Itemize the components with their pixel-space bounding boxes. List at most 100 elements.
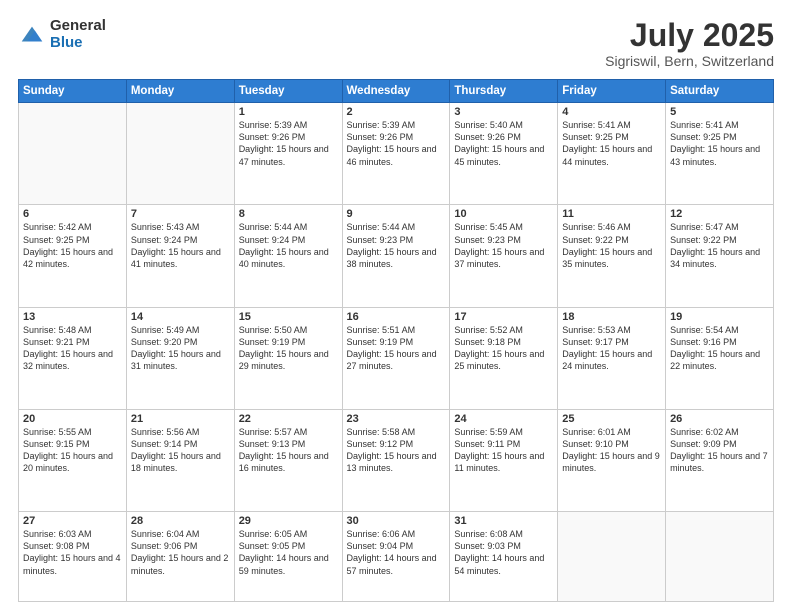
day-number: 2 (347, 106, 446, 118)
day-number: 24 (454, 413, 553, 425)
day-number: 29 (239, 515, 338, 527)
day-number: 23 (347, 413, 446, 425)
day-number: 11 (562, 208, 661, 220)
cell-info: Sunrise: 5:54 AMSunset: 9:16 PMDaylight:… (670, 324, 769, 373)
day-number: 5 (670, 106, 769, 118)
calendar-cell: 25Sunrise: 6:01 AMSunset: 9:10 PMDayligh… (558, 409, 666, 511)
calendar-table: SundayMondayTuesdayWednesdayThursdayFrid… (18, 79, 774, 602)
cell-info: Sunrise: 5:53 AMSunset: 9:17 PMDaylight:… (562, 324, 661, 373)
calendar-cell: 22Sunrise: 5:57 AMSunset: 9:13 PMDayligh… (234, 409, 342, 511)
week-row-3: 13Sunrise: 5:48 AMSunset: 9:21 PMDayligh… (19, 307, 774, 409)
logo: General Blue (18, 18, 106, 51)
cell-info: Sunrise: 5:48 AMSunset: 9:21 PMDaylight:… (23, 324, 122, 373)
day-number: 7 (131, 208, 230, 220)
calendar-cell: 18Sunrise: 5:53 AMSunset: 9:17 PMDayligh… (558, 307, 666, 409)
cell-info: Sunrise: 6:05 AMSunset: 9:05 PMDaylight:… (239, 528, 338, 577)
cell-info: Sunrise: 5:41 AMSunset: 9:25 PMDaylight:… (562, 119, 661, 168)
calendar-cell: 6Sunrise: 5:42 AMSunset: 9:25 PMDaylight… (19, 205, 127, 307)
cell-info: Sunrise: 5:59 AMSunset: 9:11 PMDaylight:… (454, 426, 553, 475)
cell-info: Sunrise: 5:41 AMSunset: 9:25 PMDaylight:… (670, 119, 769, 168)
cell-info: Sunrise: 5:39 AMSunset: 9:26 PMDaylight:… (347, 119, 446, 168)
calendar-cell: 8Sunrise: 5:44 AMSunset: 9:24 PMDaylight… (234, 205, 342, 307)
header: General Blue July 2025 Sigriswil, Bern, … (18, 18, 774, 69)
logo-blue: Blue (50, 35, 106, 52)
logo-text: General Blue (50, 18, 106, 51)
calendar-cell: 11Sunrise: 5:46 AMSunset: 9:22 PMDayligh… (558, 205, 666, 307)
calendar-cell: 7Sunrise: 5:43 AMSunset: 9:24 PMDaylight… (126, 205, 234, 307)
col-header-sunday: Sunday (19, 80, 127, 103)
day-number: 3 (454, 106, 553, 118)
cell-info: Sunrise: 5:44 AMSunset: 9:23 PMDaylight:… (347, 221, 446, 270)
day-number: 25 (562, 413, 661, 425)
title-area: July 2025 Sigriswil, Bern, Switzerland (605, 18, 774, 69)
cell-info: Sunrise: 5:46 AMSunset: 9:22 PMDaylight:… (562, 221, 661, 270)
day-number: 31 (454, 515, 553, 527)
calendar-cell: 10Sunrise: 5:45 AMSunset: 9:23 PMDayligh… (450, 205, 558, 307)
day-number: 8 (239, 208, 338, 220)
calendar-cell (126, 103, 234, 205)
calendar-cell: 17Sunrise: 5:52 AMSunset: 9:18 PMDayligh… (450, 307, 558, 409)
day-number: 6 (23, 208, 122, 220)
day-number: 9 (347, 208, 446, 220)
day-number: 14 (131, 311, 230, 323)
day-number: 30 (347, 515, 446, 527)
cell-info: Sunrise: 5:51 AMSunset: 9:19 PMDaylight:… (347, 324, 446, 373)
calendar-cell: 20Sunrise: 5:55 AMSunset: 9:15 PMDayligh… (19, 409, 127, 511)
cell-info: Sunrise: 5:45 AMSunset: 9:23 PMDaylight:… (454, 221, 553, 270)
day-number: 26 (670, 413, 769, 425)
calendar-cell: 14Sunrise: 5:49 AMSunset: 9:20 PMDayligh… (126, 307, 234, 409)
day-number: 28 (131, 515, 230, 527)
day-number: 1 (239, 106, 338, 118)
cell-info: Sunrise: 5:44 AMSunset: 9:24 PMDaylight:… (239, 221, 338, 270)
day-number: 15 (239, 311, 338, 323)
week-row-4: 20Sunrise: 5:55 AMSunset: 9:15 PMDayligh… (19, 409, 774, 511)
cell-info: Sunrise: 5:40 AMSunset: 9:26 PMDaylight:… (454, 119, 553, 168)
cell-info: Sunrise: 5:55 AMSunset: 9:15 PMDaylight:… (23, 426, 122, 475)
calendar-cell: 3Sunrise: 5:40 AMSunset: 9:26 PMDaylight… (450, 103, 558, 205)
col-header-monday: Monday (126, 80, 234, 103)
day-number: 18 (562, 311, 661, 323)
calendar-cell (666, 512, 774, 602)
calendar-cell: 23Sunrise: 5:58 AMSunset: 9:12 PMDayligh… (342, 409, 450, 511)
calendar-cell: 29Sunrise: 6:05 AMSunset: 9:05 PMDayligh… (234, 512, 342, 602)
day-number: 27 (23, 515, 122, 527)
calendar-cell: 27Sunrise: 6:03 AMSunset: 9:08 PMDayligh… (19, 512, 127, 602)
page: General Blue July 2025 Sigriswil, Bern, … (0, 0, 792, 612)
cell-info: Sunrise: 5:57 AMSunset: 9:13 PMDaylight:… (239, 426, 338, 475)
cell-info: Sunrise: 5:43 AMSunset: 9:24 PMDaylight:… (131, 221, 230, 270)
day-number: 12 (670, 208, 769, 220)
col-header-tuesday: Tuesday (234, 80, 342, 103)
week-row-2: 6Sunrise: 5:42 AMSunset: 9:25 PMDaylight… (19, 205, 774, 307)
calendar-cell (19, 103, 127, 205)
calendar-cell: 13Sunrise: 5:48 AMSunset: 9:21 PMDayligh… (19, 307, 127, 409)
calendar-cell: 28Sunrise: 6:04 AMSunset: 9:06 PMDayligh… (126, 512, 234, 602)
col-header-saturday: Saturday (666, 80, 774, 103)
cell-info: Sunrise: 5:50 AMSunset: 9:19 PMDaylight:… (239, 324, 338, 373)
day-number: 22 (239, 413, 338, 425)
calendar-cell: 19Sunrise: 5:54 AMSunset: 9:16 PMDayligh… (666, 307, 774, 409)
calendar-header-row: SundayMondayTuesdayWednesdayThursdayFrid… (19, 80, 774, 103)
calendar-cell: 15Sunrise: 5:50 AMSunset: 9:19 PMDayligh… (234, 307, 342, 409)
calendar-cell: 21Sunrise: 5:56 AMSunset: 9:14 PMDayligh… (126, 409, 234, 511)
col-header-wednesday: Wednesday (342, 80, 450, 103)
calendar-cell: 2Sunrise: 5:39 AMSunset: 9:26 PMDaylight… (342, 103, 450, 205)
col-header-friday: Friday (558, 80, 666, 103)
calendar-cell: 31Sunrise: 6:08 AMSunset: 9:03 PMDayligh… (450, 512, 558, 602)
cell-info: Sunrise: 6:06 AMSunset: 9:04 PMDaylight:… (347, 528, 446, 577)
week-row-5: 27Sunrise: 6:03 AMSunset: 9:08 PMDayligh… (19, 512, 774, 602)
calendar-cell: 4Sunrise: 5:41 AMSunset: 9:25 PMDaylight… (558, 103, 666, 205)
calendar-cell: 24Sunrise: 5:59 AMSunset: 9:11 PMDayligh… (450, 409, 558, 511)
day-number: 19 (670, 311, 769, 323)
cell-info: Sunrise: 6:03 AMSunset: 9:08 PMDaylight:… (23, 528, 122, 577)
calendar-cell: 12Sunrise: 5:47 AMSunset: 9:22 PMDayligh… (666, 205, 774, 307)
cell-info: Sunrise: 5:47 AMSunset: 9:22 PMDaylight:… (670, 221, 769, 270)
calendar-cell: 26Sunrise: 6:02 AMSunset: 9:09 PMDayligh… (666, 409, 774, 511)
day-number: 13 (23, 311, 122, 323)
cell-info: Sunrise: 5:52 AMSunset: 9:18 PMDaylight:… (454, 324, 553, 373)
col-header-thursday: Thursday (450, 80, 558, 103)
month-title: July 2025 (605, 18, 774, 53)
logo-general: General (50, 18, 106, 35)
cell-info: Sunrise: 6:01 AMSunset: 9:10 PMDaylight:… (562, 426, 661, 475)
cell-info: Sunrise: 6:02 AMSunset: 9:09 PMDaylight:… (670, 426, 769, 475)
day-number: 4 (562, 106, 661, 118)
